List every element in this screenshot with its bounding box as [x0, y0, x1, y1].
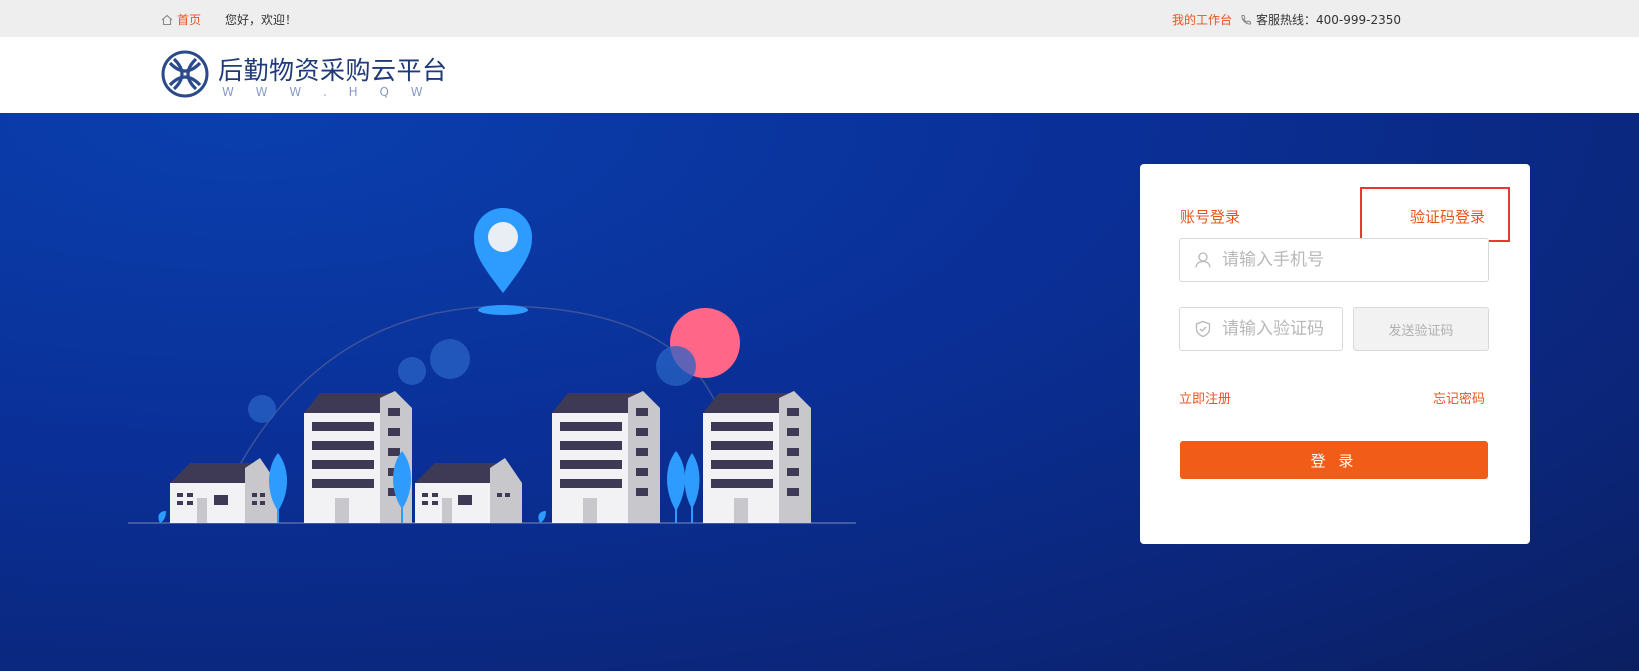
hotline: 客服热线：400-999-2350	[1240, 11, 1401, 28]
shield-icon	[1195, 320, 1211, 338]
tab-account-login[interactable]: 账号登录	[1180, 206, 1240, 227]
user-icon	[1195, 252, 1211, 268]
register-link[interactable]: 立即注册	[1179, 388, 1231, 407]
code-input[interactable]	[1222, 319, 1342, 339]
logo-mark-icon	[161, 50, 209, 98]
home-link-label: 首页	[177, 13, 202, 27]
login-card: 账号登录 验证码登录 发送验证码 立即注册 忘记密码 登 录	[1140, 164, 1530, 544]
phone-input[interactable]	[1222, 250, 1488, 270]
login-button[interactable]: 登 录	[1180, 441, 1488, 479]
hotline-label: 客服热线：400-999-2350	[1256, 13, 1402, 27]
workbench-link[interactable]: 我的工作台	[1172, 11, 1232, 28]
code-field[interactable]	[1179, 307, 1343, 351]
phone-field[interactable]	[1179, 238, 1489, 282]
welcome-text: 您好，欢迎！	[225, 13, 298, 27]
home-icon	[161, 14, 173, 25]
send-code-button[interactable]: 发送验证码	[1353, 307, 1489, 351]
site-title: 后勤物资采购云平台	[218, 56, 448, 85]
top-bar: 首页 您好，欢迎！ 我的工作台 客服热线：400-999-2350	[0, 0, 1639, 37]
home-link[interactable]: 首页	[161, 11, 201, 28]
phone-icon	[1241, 14, 1251, 25]
forgot-password-link[interactable]: 忘记密码	[1433, 388, 1485, 407]
city-illustration	[128, 208, 856, 524]
site-url: W W W . H Q W Z C G . C O M	[222, 85, 434, 99]
site-header: 后勤物资采购云平台 W W W . H Q W Z C G . C O M	[0, 37, 1639, 113]
tab-code-login[interactable]: 验证码登录	[1410, 206, 1485, 227]
